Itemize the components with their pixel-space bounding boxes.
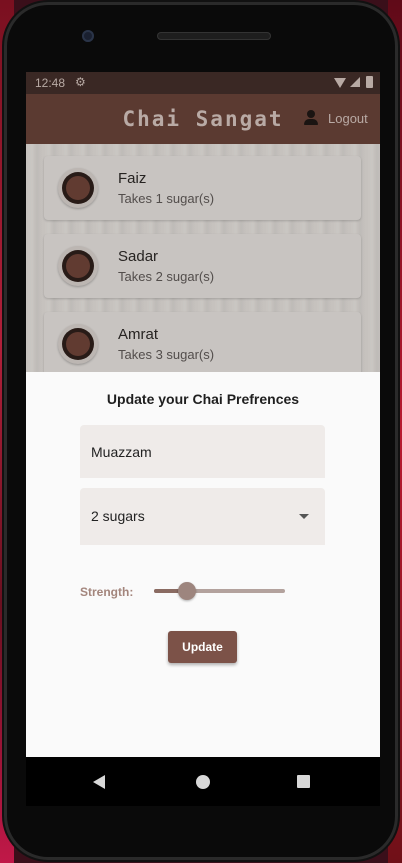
list-item[interactable]: Amrat Takes 3 sugar(s) [44,312,361,376]
recents-icon[interactable] [297,775,310,788]
home-icon[interactable] [196,775,210,789]
front-camera [82,30,94,42]
chai-cup-icon [58,168,98,208]
update-button[interactable]: Update [168,631,237,663]
name-field [80,425,325,478]
chai-cup-icon [58,246,98,286]
friend-name: Sadar [118,248,159,265]
friend-name: Amrat [118,326,159,343]
dropdown-arrow-icon [299,514,309,519]
status-time: 12:48 [35,76,66,90]
strength-slider[interactable] [154,581,285,601]
app-bar: Chai Sangat Logout [26,94,380,144]
logout-label: Logout [328,110,368,126]
slider-thumb[interactable] [177,582,196,600]
list-item[interactable]: Sadar Takes 2 sugar(s) [44,234,361,298]
system-nav-bar [26,757,380,806]
battery-icon [366,76,373,88]
status-bar: 12:48 ⚙ [26,72,380,94]
wifi-icon [334,78,346,88]
earpiece-speaker [157,32,271,40]
sheet-heading: Update your Chai Prefrences [106,391,300,407]
chai-cup-icon [58,324,98,364]
friend-sugar: Takes 3 sugar(s) [118,347,215,362]
person-icon [304,110,318,126]
screen: 12:48 ⚙ Chai Sangat Logout Faiz Takes 1 … [26,72,380,806]
preferences-bottom-sheet: Update your Chai Prefrences 2 sugars Str… [26,372,380,757]
gear-icon: ⚙ [75,75,86,89]
back-icon[interactable] [93,775,105,789]
logout-button[interactable]: Logout [304,110,368,126]
strength-label: Strength: [80,585,134,599]
sugar-selected-value: 2 sugars [91,508,145,524]
name-input[interactable] [80,425,325,478]
phone-frame: 12:48 ⚙ Chai Sangat Logout Faiz Takes 1 … [4,2,398,860]
list-item[interactable]: Faiz Takes 1 sugar(s) [44,156,361,220]
friend-sugar: Takes 2 sugar(s) [118,269,215,284]
friend-name: Faiz [118,170,147,187]
signal-icon [350,77,360,87]
sugar-dropdown[interactable]: 2 sugars [80,488,325,545]
friend-sugar: Takes 1 sugar(s) [118,191,215,206]
